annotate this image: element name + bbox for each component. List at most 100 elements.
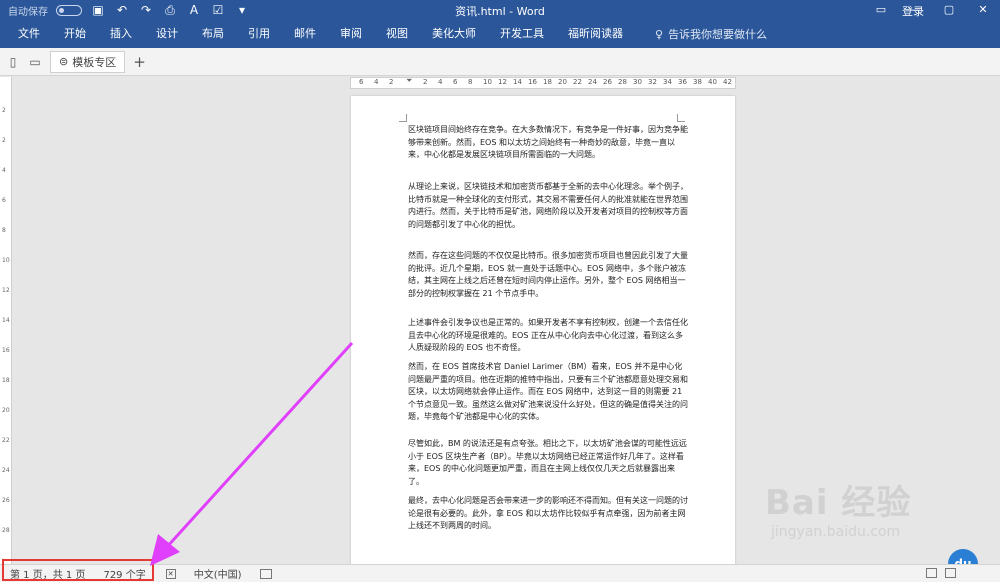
ruler-tick: 12	[498, 78, 507, 86]
ruler-tick: 6	[359, 78, 364, 86]
ruler-tick: 30	[633, 78, 642, 86]
language-status[interactable]: 中文(中国)	[194, 566, 242, 581]
vertical-ruler-tick: 18	[2, 377, 10, 384]
tab-insert[interactable]: 插入	[98, 20, 144, 48]
document-paragraph[interactable]: 最终，去中心化问题是否会带来进一步的影响还不得而知。但有关这一问题的讨论是很有必…	[408, 495, 688, 533]
arrow-head	[150, 534, 180, 566]
horizontal-ruler[interactable]: ⏷ 6 4 2 2 4 6 8 10 12 14 16 18 20 22 24 …	[350, 76, 736, 89]
ruler-tick: 34	[663, 78, 672, 86]
tab-home[interactable]: 开始	[52, 20, 98, 48]
vertical-ruler-tick: 8	[2, 227, 6, 234]
status-bar: 第 1 页，共 1 页 729 个字 ✕ 中文(中国)	[0, 564, 1000, 582]
proofing-icon[interactable]: ✕	[165, 568, 176, 579]
word-count-status[interactable]: 729 个字	[103, 566, 145, 581]
add-tab-icon[interactable]: +	[133, 53, 146, 71]
autosave-toggle[interactable]	[56, 4, 82, 16]
tab-review[interactable]: 审阅	[328, 20, 374, 48]
template-icon: ⊜	[59, 55, 69, 68]
ruler-tick: 26	[603, 78, 612, 86]
tab-layout[interactable]: 布局	[190, 20, 236, 48]
vertical-ruler-tick: 26	[2, 497, 10, 504]
document-page[interactable]: 区块链项目间始终存在竞争。在大多数情况下，有竞争是一件好事，因为竞争能够带来创新…	[351, 96, 735, 566]
tab-references[interactable]: 引用	[236, 20, 282, 48]
tell-me-box[interactable]: ♀ 告诉我你想要做什么	[635, 26, 767, 42]
ruler-tick: 38	[693, 78, 702, 86]
ruler-tick: 6	[453, 78, 458, 86]
ruler-tick: 10	[483, 78, 492, 86]
watermark-url: jingyan.baidu.com	[771, 524, 901, 540]
save-icon[interactable]: ▣	[90, 3, 106, 17]
tab-developer[interactable]: 开发工具	[488, 20, 556, 48]
title-bar: 自动保存 ▣ ↶ ↷ ⎙ A ☑ ▾ 资讯.html - Word 登录 ▭ —…	[0, 0, 1000, 20]
document-paragraph[interactable]: 上述事件会引发争议也是正常的。如果开发者不享有控制权，创建一个去信任化且去中心化…	[408, 317, 688, 355]
ruler-tick: 14	[513, 78, 522, 86]
vertical-ruler-tick: 28	[2, 527, 10, 534]
doc-tab-label: 模板专区	[72, 55, 117, 69]
tab-mailings[interactable]: 邮件	[282, 20, 328, 48]
quick-access-toolbar: 自动保存 ▣ ↶ ↷ ⎙ A ☑ ▾	[0, 3, 250, 18]
undo-icon[interactable]: ↶	[114, 3, 130, 17]
read-mode-icon[interactable]	[926, 568, 937, 578]
folder-icon[interactable]: ▭	[26, 53, 44, 71]
macro-record-icon[interactable]	[259, 568, 272, 579]
tab-file[interactable]: 文件	[6, 20, 52, 48]
ruler-tick: 42	[723, 78, 732, 86]
tell-me-text: 告诉我你想要做什么	[668, 28, 768, 41]
tab-view[interactable]: 视图	[374, 20, 420, 48]
vertical-ruler-tick: 6	[2, 197, 6, 204]
vertical-ruler-tick: 10	[2, 257, 10, 264]
autosave-label: 自动保存	[8, 6, 48, 18]
new-document-icon[interactable]: ▯	[4, 53, 22, 71]
minimize-button[interactable]: —	[898, 0, 932, 20]
ruler-tick: 2	[423, 78, 428, 86]
print-preview-icon[interactable]: ⎙	[162, 3, 178, 18]
page-count-status[interactable]: 第 1 页，共 1 页	[10, 566, 85, 581]
document-paragraph[interactable]: 尽管如此，BM 的说法还是有点夸张。相比之下，以太坊矿池会谋的可能性远远小于 E…	[408, 438, 688, 488]
ribbon-tabs: 文件 开始 插入 设计 布局 引用 邮件 审阅 视图 美化大师 开发工具 福昕阅…	[0, 20, 1000, 48]
ruler-tick: 18	[543, 78, 552, 86]
doc-tab-templates[interactable]: ⊜ 模板专区	[50, 50, 126, 73]
vertical-ruler-tick: 12	[2, 287, 10, 294]
ruler-tick: 4	[438, 78, 443, 86]
redo-icon[interactable]: ↷	[138, 3, 154, 17]
ruler-tick: 36	[678, 78, 687, 86]
margin-corner	[399, 114, 407, 122]
ribbon-display-button[interactable]: ▭	[864, 0, 898, 20]
document-tabs-bar: ▯ ▭ ⊜ 模板专区 +	[0, 48, 1000, 76]
tab-beautify[interactable]: 美化大师	[420, 20, 488, 48]
font-size-icon[interactable]: A	[186, 3, 202, 17]
maximize-button[interactable]: ▢	[932, 0, 966, 20]
checkbox-icon[interactable]: ☑	[210, 3, 226, 17]
close-button[interactable]: ✕	[966, 0, 1000, 20]
document-paragraph[interactable]: 然而，在 EOS 首席技术官 Daniel Larimer（BM）看来，EOS …	[408, 361, 688, 424]
vertical-ruler-tick: 24	[2, 467, 10, 474]
window-controls: ▭ — ▢ ✕	[864, 0, 1000, 20]
print-layout-icon[interactable]	[945, 568, 956, 578]
watermark-main-text: Bai 经验	[765, 483, 912, 523]
ruler-tick: 4	[374, 78, 379, 86]
ruler-tick: 40	[708, 78, 717, 86]
margin-corner	[677, 114, 685, 122]
document-paragraph[interactable]: 从理论上来说，区块链技术和加密货币都基于全新的去中心化理念。举个例子，比特币就是…	[408, 181, 688, 231]
ruler-tick: 24	[588, 78, 597, 86]
customize-toolbar-icon[interactable]: ▾	[234, 3, 250, 17]
vertical-ruler-tick: 14	[2, 317, 10, 324]
ruler-tick: 8	[468, 78, 473, 86]
vertical-ruler-tick: 16	[2, 347, 10, 354]
ruler-tick: 28	[618, 78, 627, 86]
ruler-tick: 2	[389, 78, 394, 86]
ruler-tick: 20	[558, 78, 567, 86]
vertical-ruler-tick: 20	[2, 407, 10, 414]
document-paragraph[interactable]: 区块链项目间始终存在竞争。在大多数情况下，有竞争是一件好事，因为竞争能够带来创新…	[408, 124, 688, 162]
lightbulb-icon: ♀	[655, 27, 664, 41]
tab-foxit-reader[interactable]: 福昕阅读器	[556, 20, 635, 48]
vertical-ruler-tick: 2	[2, 137, 6, 144]
ruler-tick: 32	[648, 78, 657, 86]
vertical-ruler-tick: 22	[2, 437, 10, 444]
vertical-ruler-tick: 2	[2, 107, 6, 114]
tab-design[interactable]: 设计	[144, 20, 190, 48]
document-paragraph[interactable]: 然而，存在这些问题的不仅仅是比特币。很多加密货币项目也曾因此引发了大量的批评。近…	[408, 250, 688, 300]
ruler-tick: 16	[528, 78, 537, 86]
vertical-ruler[interactable]: 2 2 4 6 8 10 12 14 16 18 20 22 24 26 28	[0, 77, 12, 564]
indent-marker-icon[interactable]: ⏷	[406, 76, 412, 86]
